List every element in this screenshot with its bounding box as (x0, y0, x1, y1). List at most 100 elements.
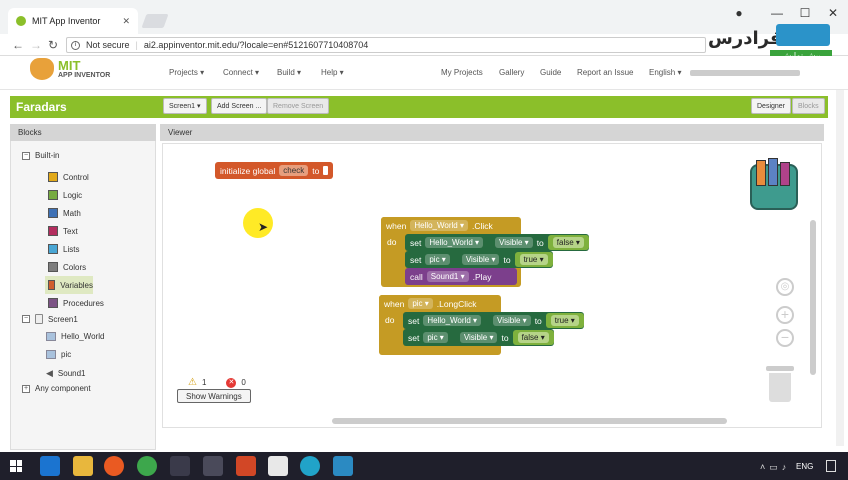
category-label: Logic (63, 190, 83, 200)
back-icon[interactable]: ← (12, 38, 24, 52)
global-name-field[interactable]: check (279, 165, 309, 176)
menu-help[interactable]: Help ▾ (321, 68, 344, 77)
tray-icons[interactable]: ˄▭♪ (760, 462, 790, 473)
omnibox[interactable]: i Not secure | ai2.appinventor.mit.edu/?… (66, 37, 706, 53)
workspace-hscrollbar[interactable] (332, 418, 727, 424)
menu-projects[interactable]: Projects ▾ (169, 68, 204, 77)
backpack-icon[interactable] (746, 158, 802, 212)
boolean-dropdown[interactable]: false ▾ (517, 332, 549, 343)
screen1-node[interactable]: − Screen1 (22, 314, 78, 324)
workspace-vscrollbar[interactable] (810, 220, 816, 375)
property-dropdown[interactable]: Visible ▾ (461, 254, 500, 265)
edge-icon[interactable] (40, 456, 60, 476)
browser-tab[interactable]: MIT App Inventor ✕ (8, 8, 138, 34)
category-color-swatch (48, 280, 56, 290)
initialize-global-block[interactable]: initialize global check to (215, 162, 334, 179)
designer-button[interactable]: Designer (751, 98, 792, 114)
boolean-dropdown[interactable]: true ▾ (550, 315, 579, 326)
false-block[interactable]: false ▾ (547, 235, 589, 250)
add-screen-button[interactable]: Add Screen ... (211, 98, 268, 114)
builtin-item-procedures[interactable]: Procedures (48, 294, 104, 312)
property-dropdown[interactable]: Visible ▾ (493, 315, 531, 326)
component-sound1[interactable]: ◀ Sound1 (46, 368, 86, 379)
component-pic[interactable]: pic (46, 350, 71, 359)
maximize-icon[interactable]: ☐ (796, 6, 814, 20)
recenter-icon[interactable]: ◎ (776, 278, 794, 296)
tab-close-icon[interactable]: ✕ (122, 16, 130, 27)
true-block[interactable]: true ▾ (514, 252, 553, 267)
call-sound1-play-block[interactable]: call Sound1 ▾ .Play (405, 268, 517, 285)
file-explorer-icon[interactable] (73, 456, 93, 476)
profile-icon[interactable]: ● (730, 6, 748, 20)
block-keyword: to (312, 165, 320, 176)
notifications-icon[interactable] (826, 460, 836, 472)
windows-start-icon[interactable] (10, 460, 22, 472)
user-email-redacted[interactable] (690, 70, 800, 76)
set-pic-visible-block[interactable]: set pic ▾ Visible ▾ to true ▾ (405, 251, 553, 268)
component-dropdown[interactable]: Hello_World ▾ (410, 220, 468, 231)
property-dropdown[interactable]: Visible ▾ (495, 237, 533, 248)
forward-icon[interactable]: → (30, 38, 42, 52)
component-dropdown[interactable]: pic ▾ (408, 298, 433, 309)
collapse-icon[interactable]: − (22, 151, 30, 160)
component-dropdown[interactable]: pic ▾ (425, 254, 450, 265)
builtin-item-colors[interactable]: Colors (48, 258, 104, 276)
menu-my-projects[interactable]: My Projects (441, 68, 483, 77)
component-dropdown[interactable]: Hello_World ▾ (423, 315, 482, 326)
menu-language[interactable]: English ▾ (649, 68, 681, 77)
builtin-node[interactable]: − Built-in (22, 151, 59, 160)
component-dropdown[interactable]: Sound1 ▾ (426, 271, 469, 282)
set-hello-world-visible-block[interactable]: set Hello_World ▾ Visible ▾ to false ▾ (405, 234, 589, 251)
photos-icon[interactable] (170, 456, 190, 476)
builtin-item-variables[interactable]: Variables (45, 276, 93, 294)
component-hello-world[interactable]: Hello_World (46, 332, 104, 341)
url-text[interactable]: ai2.appinventor.mit.edu/?locale=en#51216… (144, 40, 368, 50)
false-block[interactable]: false ▾ (512, 330, 554, 345)
component-dropdown[interactable]: Hello_World ▾ (425, 237, 484, 248)
builtin-item-math[interactable]: Math (48, 204, 104, 222)
builtin-item-lists[interactable]: Lists (48, 240, 104, 258)
collapse-icon[interactable]: − (22, 315, 30, 323)
expand-icon[interactable]: + (22, 384, 30, 393)
trash-icon[interactable] (766, 366, 794, 402)
menu-connect[interactable]: Connect ▾ (223, 68, 259, 77)
set-pic-visible-block[interactable]: set pic ▾ Visible ▾ to false ▾ (403, 329, 554, 346)
set-hello-world-visible-block[interactable]: set Hello_World ▾ Visible ▾ to true ▾ (403, 312, 584, 329)
property-dropdown[interactable]: Visible ▾ (459, 332, 498, 343)
powerpoint-icon[interactable] (236, 456, 256, 476)
menu-report-issue[interactable]: Report an Issue (577, 68, 633, 77)
category-label: Control (63, 172, 89, 182)
minimize-icon[interactable]: — (768, 6, 786, 20)
camtasia-icon[interactable] (268, 456, 288, 476)
blocks-button[interactable]: Blocks (792, 98, 825, 114)
zoom-in-icon[interactable]: + (776, 306, 794, 324)
boolean-dropdown[interactable]: true ▾ (519, 254, 548, 265)
menu-gallery[interactable]: Gallery (499, 68, 524, 77)
component-dropdown[interactable]: pic ▾ (423, 332, 448, 343)
close-window-icon[interactable]: ✕ (824, 6, 842, 20)
chrome-icon[interactable] (137, 456, 157, 476)
faradars-icon[interactable] (333, 456, 353, 476)
menu-build[interactable]: Build ▾ (277, 68, 301, 77)
any-component-node[interactable]: + Any component (22, 384, 91, 393)
app-icon[interactable] (300, 456, 320, 476)
zoom-out-icon[interactable]: − (776, 329, 794, 347)
screen-select[interactable]: Screen1 ▾ (163, 98, 207, 114)
menu-guide[interactable]: Guide (540, 68, 561, 77)
page-scrollbar[interactable] (836, 90, 844, 446)
watermark-text: فرادرس (708, 28, 782, 49)
language-indicator[interactable]: ENG (796, 462, 813, 471)
reload-icon[interactable]: ↻ (48, 38, 58, 52)
app-inventor-logo[interactable]: MIT APP INVENTOR (30, 58, 110, 80)
boolean-dropdown[interactable]: false ▾ (552, 237, 584, 248)
builtin-item-logic[interactable]: Logic (48, 186, 104, 204)
screen1-label: Screen1 (48, 314, 78, 324)
app-icon[interactable] (203, 456, 223, 476)
firefox-icon[interactable] (104, 456, 124, 476)
true-block[interactable]: true ▾ (545, 313, 584, 328)
builtin-item-text[interactable]: Text (48, 222, 104, 240)
builtin-item-control[interactable]: Control (48, 168, 104, 186)
security-label: Not secure (86, 40, 130, 50)
remove-screen-button[interactable]: Remove Screen (267, 98, 330, 114)
show-warnings-button[interactable]: Show Warnings (177, 389, 251, 403)
